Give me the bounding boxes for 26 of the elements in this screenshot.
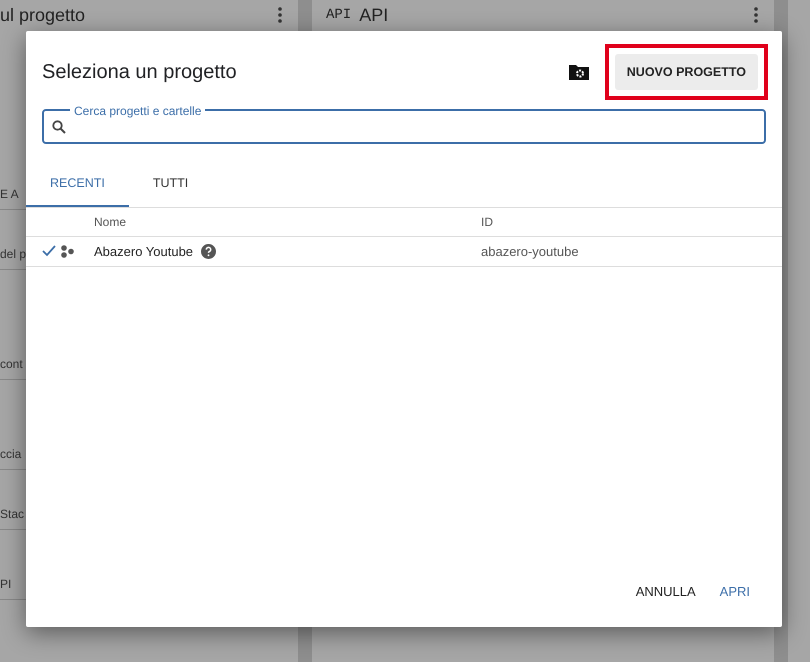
text-fragment: cont bbox=[0, 356, 23, 373]
column-header: Nome bbox=[94, 214, 126, 231]
open-button[interactable]: APRI bbox=[712, 576, 758, 607]
cancel-button[interactable]: ANNULLA bbox=[628, 576, 704, 607]
api-icon: API bbox=[326, 4, 352, 26]
card-title: ul progetto bbox=[0, 4, 86, 27]
column-header: ID bbox=[481, 214, 493, 229]
tab[interactable]: RECENTI bbox=[26, 162, 129, 207]
project-row[interactable]: Abazero Youtube abazero-youtube bbox=[26, 236, 782, 267]
new-project-button[interactable]: NUOVO PROGETTO bbox=[614, 54, 758, 90]
folder-settings-icon[interactable] bbox=[568, 64, 589, 80]
more-icon[interactable] bbox=[278, 7, 282, 23]
text-fragment: Stac bbox=[0, 506, 24, 523]
text-fragment: ccia bbox=[0, 446, 22, 463]
help-icon[interactable] bbox=[201, 244, 216, 259]
project-name: Abazero Youtube bbox=[94, 242, 194, 260]
text-fragment: del p bbox=[0, 246, 26, 263]
project-icon bbox=[60, 244, 74, 258]
tab[interactable]: TUTTI bbox=[128, 162, 212, 207]
card-title: API bbox=[359, 4, 388, 26]
more-icon[interactable] bbox=[754, 7, 758, 23]
project-id: abazero-youtube bbox=[481, 244, 579, 258]
text-fragment: E A bbox=[0, 186, 19, 203]
text-fragment: PI bbox=[0, 576, 12, 593]
dialog-title: Seleziona un progetto bbox=[42, 60, 237, 85]
search-icon bbox=[52, 120, 66, 134]
